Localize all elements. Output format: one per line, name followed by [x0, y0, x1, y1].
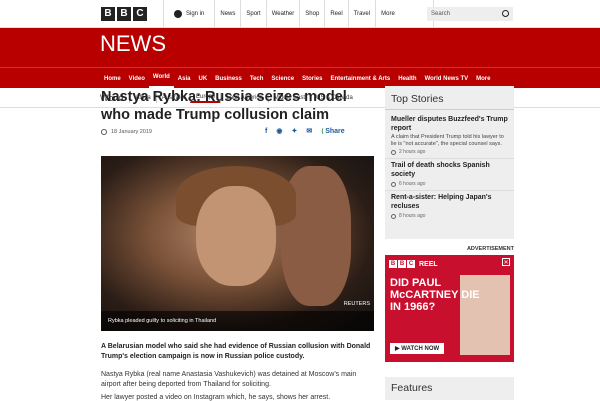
bbc-logo[interactable]: B B C	[101, 6, 147, 21]
search-icon[interactable]	[502, 10, 509, 17]
advertisement-label: ADVERTISEMENT	[466, 246, 514, 252]
story-time: 8 hours ago	[391, 213, 508, 219]
story-time-text: 8 hours ago	[399, 213, 426, 219]
features-panel: Features	[385, 377, 514, 400]
top-story-item[interactable]: Rent-a-sister: Helping Japan's recluses …	[385, 191, 514, 222]
top-nav-reel[interactable]: Reel	[325, 0, 349, 28]
story-time-text: 6 hours ago	[399, 181, 426, 187]
story-title[interactable]: Rent-a-sister: Helping Japan's recluses	[391, 194, 508, 211]
top-nav: News Sport Weather Shop Reel Travel More	[215, 0, 435, 28]
share-tools: f ◉ ✦ ✉ ⟨ Share	[265, 127, 345, 136]
story-time-text: 2 hours ago	[399, 149, 426, 155]
story-time: 2 hours ago	[391, 149, 508, 155]
story-title[interactable]: Trail of death shocks Spanish society	[391, 162, 508, 179]
story-title[interactable]: Mueller disputes Buzzfeed's Trump report	[391, 116, 508, 133]
main-nav-home[interactable]: Home	[100, 68, 125, 89]
news-logo[interactable]: NEWS	[100, 31, 166, 57]
top-story-item[interactable]: Mueller disputes Buzzfeed's Trump report…	[385, 113, 514, 159]
logo-letter: C	[133, 6, 147, 21]
main-nav-business[interactable]: Business	[211, 68, 246, 89]
main-nav-uk[interactable]: UK	[194, 68, 211, 89]
main-nav-tech[interactable]: Tech	[246, 68, 268, 89]
close-icon[interactable]: ✕	[502, 258, 510, 266]
top-nav-more[interactable]: More	[376, 0, 435, 28]
top-bar: B B C Sign in News Sport Weather Shop Re…	[0, 0, 600, 28]
main-nav-video[interactable]: Video	[125, 68, 149, 89]
top-nav-weather[interactable]: Weather	[267, 0, 301, 28]
story-time: 6 hours ago	[391, 181, 508, 187]
clock-icon	[391, 149, 396, 155]
top-stories-panel: Top Stories Mueller disputes Buzzfeed's …	[385, 86, 514, 239]
facebook-icon[interactable]: f	[265, 128, 267, 135]
watch-now-button[interactable]: ▶ WATCH NOW	[390, 343, 445, 354]
story-summary: A claim that President Trump told his la…	[391, 134, 504, 147]
article-title: Nastya Rybka: Russia seizes model who ma…	[101, 89, 347, 123]
photo-face	[196, 186, 276, 286]
top-story-item[interactable]: Trail of death shocks Spanish society 6 …	[385, 159, 514, 191]
share-label: Share	[325, 127, 345, 135]
twitter-icon[interactable]: ✦	[291, 127, 297, 135]
clock-icon	[391, 213, 396, 219]
advertisement-banner[interactable]: B B C REEL ✕ DID PAUL McCARTNEY DIE IN 1…	[385, 255, 514, 362]
date-text: 18 January 2019	[111, 129, 152, 135]
logo-letter: B	[101, 6, 115, 21]
main-nav-world[interactable]: World	[148, 68, 174, 89]
photo-credit: REUTERS	[343, 301, 370, 307]
logo-letter: C	[407, 260, 415, 268]
search-placeholder: Search	[431, 11, 451, 17]
top-nav-shop[interactable]: Shop	[300, 0, 326, 28]
email-icon[interactable]: ✉	[306, 127, 312, 135]
sign-in-button[interactable]: Sign in	[163, 0, 216, 28]
article-paragraph: Nastya Rybka (real name Anastasia Vashuk…	[101, 371, 357, 388]
article-photo: REUTERS Rybka pleaded guilty to soliciti…	[101, 156, 374, 331]
features-heading: Features	[391, 382, 433, 394]
news-banner: NEWS	[0, 28, 600, 67]
bbc-reel-logo: B B C REEL	[389, 260, 438, 268]
clock-icon	[101, 129, 107, 135]
top-nav-news[interactable]: News	[215, 0, 242, 28]
reel-label: REEL	[419, 260, 438, 268]
logo-letter: B	[398, 260, 406, 268]
top-nav-sport[interactable]: Sport	[241, 0, 267, 28]
top-stories-heading: Top Stories	[385, 86, 514, 110]
ad-headline: DID PAUL McCARTNEY DIE IN 1966?	[390, 277, 480, 313]
sign-in-label: Sign in	[186, 10, 205, 17]
messenger-icon[interactable]: ◉	[276, 127, 282, 135]
main-nav: Home Video World Asia UK Business Tech S…	[0, 67, 600, 89]
main-nav-asia[interactable]: Asia	[174, 68, 195, 89]
article-lead: A Belarusian model who said she had evid…	[101, 343, 371, 360]
user-icon	[174, 9, 182, 18]
top-nav-travel[interactable]: Travel	[349, 0, 377, 28]
logo-letter: B	[117, 6, 131, 21]
share-button[interactable]: ⟨ Share	[321, 128, 344, 135]
logo-letter: B	[389, 260, 397, 268]
clock-icon	[391, 181, 396, 187]
photo-caption: Rybka pleaded guilty to soliciting in Th…	[101, 311, 374, 331]
main-nav-stories[interactable]: Stories	[298, 68, 326, 89]
search-input[interactable]: Search	[427, 7, 513, 21]
main-nav-science[interactable]: Science	[267, 68, 298, 89]
